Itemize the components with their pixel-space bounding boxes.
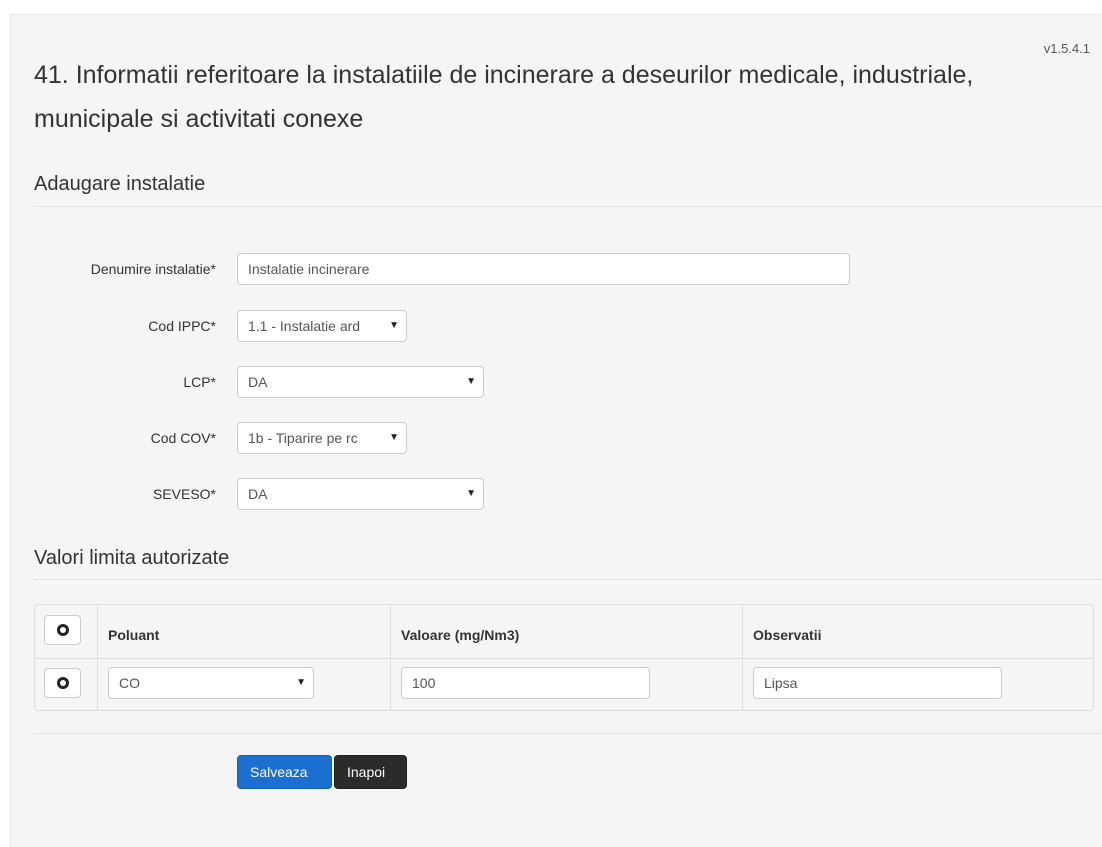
seveso-label: SEVESO* <box>152 486 216 502</box>
valoare-input[interactable]: 100 <box>401 667 650 699</box>
lcp-select[interactable]: DA ▼ <box>237 366 484 398</box>
cod-ippc-value: 1.1 - Instalatie ard <box>248 318 361 334</box>
save-button[interactable]: Salveaza <box>237 755 332 789</box>
section-title-add: Adaugare instalatie <box>34 173 206 195</box>
remove-row-button[interactable] <box>44 668 81 698</box>
valoare-value: 100 <box>412 675 436 691</box>
header-divider <box>35 658 1093 659</box>
section-divider <box>34 206 1102 207</box>
cod-cov-label: Cod COV* <box>150 430 216 446</box>
chevron-down-icon: ▼ <box>389 432 399 443</box>
column-header-poluant: Poluant <box>108 627 160 643</box>
form-divider <box>34 733 1102 734</box>
cod-ippc-label: Cod IPPC* <box>148 318 216 334</box>
chevron-down-icon: ▼ <box>296 677 306 688</box>
seveso-select[interactable]: DA ▼ <box>237 478 484 510</box>
observatii-value: Lipsa <box>764 675 798 691</box>
denumire-value: Instalatie incinerare <box>248 261 370 277</box>
lcp-value: DA <box>248 374 268 390</box>
column-header-observatii: Observatii <box>753 627 822 643</box>
poluant-value: CO <box>119 675 140 691</box>
observatii-input[interactable]: Lipsa <box>753 667 1002 699</box>
back-button[interactable]: Inapoi <box>334 755 407 789</box>
denumire-input[interactable]: Instalatie incinerare <box>237 253 850 285</box>
page-title: 41. Informatii referitoare la instalatii… <box>34 61 974 133</box>
cod-cov-value: 1b - Tiparire pe rc <box>248 430 358 446</box>
column-header-valoare: Valoare (mg/Nm3) <box>401 627 520 643</box>
remove-circle-icon <box>56 677 69 689</box>
lcp-label: LCP* <box>183 374 216 390</box>
chevron-down-icon: ▼ <box>389 320 399 331</box>
section-title-limits: Valori limita autorizate <box>34 547 230 569</box>
seveso-value: DA <box>248 486 268 502</box>
chevron-down-icon: ▼ <box>466 376 476 387</box>
main-panel: v1.5.4.1 41. Informatii referitoare la i… <box>10 14 1102 847</box>
cod-cov-select[interactable]: 1b - Tiparire pe rc ▼ <box>237 422 407 454</box>
poluant-select[interactable]: CO ▼ <box>108 667 314 699</box>
section-divider <box>34 579 1102 580</box>
chevron-down-icon: ▼ <box>466 488 476 499</box>
plus-circle-icon <box>56 624 69 636</box>
denumire-label: Denumire instalatie* <box>90 261 216 277</box>
add-row-button[interactable] <box>44 615 81 645</box>
limits-table: Poluant Valoare (mg/Nm3) Observatii CO ▼… <box>34 604 1094 711</box>
cod-ippc-select[interactable]: 1.1 - Instalatie ard ▼ <box>237 310 407 342</box>
